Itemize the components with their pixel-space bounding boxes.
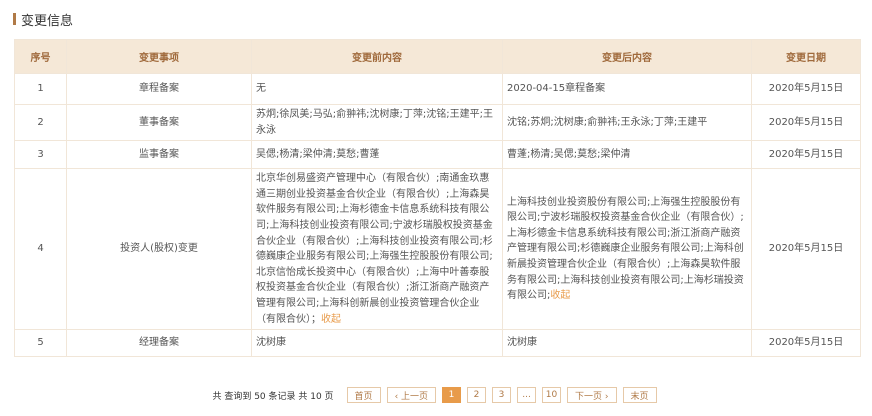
cell-before: 吴偲;杨清;梁仲清;莫愁;曹蓬 xyxy=(251,140,503,170)
table-row: 3 监事备案 吴偲;杨清;梁仲清;莫愁;曹蓬 曹蓬;杨清;吴偲;莫愁;梁仲清 2… xyxy=(14,140,861,170)
cell-after: 曹蓬;杨清;吴偲;莫愁;梁仲清 xyxy=(502,140,752,170)
cell-item: 监事备案 xyxy=(66,140,252,170)
section-title: 变更信息 xyxy=(21,13,74,29)
collapse-link[interactable]: 收起 xyxy=(550,290,570,301)
page-button-3[interactable]: 3 xyxy=(492,387,512,403)
cell-index: 5 xyxy=(14,329,67,358)
pagination-summary: 共 查询到 50 条记录 共 10 页 xyxy=(212,391,334,402)
cell-index: 1 xyxy=(14,73,67,105)
collapse-link[interactable]: 收起 xyxy=(321,314,341,325)
first-page-button[interactable]: 首页 xyxy=(346,387,381,403)
cell-before: 苏炯;徐凤美;马弘;俞翀祎;沈树康;丁萍;沈铭;王建平;王永泳 xyxy=(251,103,503,142)
table-row: 2 董事备案 苏炯;徐凤美;马弘;俞翀祎;沈树康;丁萍;沈铭;王建平;王永泳 沈… xyxy=(14,103,861,142)
cell-after: 沈树康 xyxy=(502,329,752,358)
table-header-row: 序号 变更事项 变更前内容 变更后内容 变更日期 xyxy=(14,39,861,74)
page-button-2[interactable]: 2 xyxy=(467,387,487,403)
col-header-after: 变更后内容 xyxy=(502,39,752,74)
cell-item: 董事备案 xyxy=(66,103,252,142)
cell-item: 章程备案 xyxy=(66,73,252,105)
cell-date: 2020年5月15日 xyxy=(751,329,861,358)
cell-index: 2 xyxy=(14,103,67,142)
cell-index: 4 xyxy=(14,168,67,331)
cell-before: 沈树康 xyxy=(251,329,503,358)
cell-date: 2020年5月15日 xyxy=(751,140,861,170)
section-header: 变更信息 xyxy=(13,11,74,29)
cell-item: 经理备案 xyxy=(66,329,252,358)
col-header-before: 变更前内容 xyxy=(251,39,503,74)
cell-after: 2020-04-15章程备案 xyxy=(502,73,752,105)
pagination: 共 查询到 50 条记录 共 10 页 首页 ‹ 上一页 1 2 3 ... 1… xyxy=(0,385,872,405)
page-button-1[interactable]: 1 xyxy=(442,387,462,403)
cell-index: 3 xyxy=(14,140,67,170)
prev-page-button[interactable]: ‹ 上一页 xyxy=(386,387,437,403)
col-header-index: 序号 xyxy=(14,39,67,74)
cell-after: 上海科技创业投资股份有限公司;上海强生控股股份有限公司;宁波杉瑞股权投资基金合伙… xyxy=(502,168,752,331)
cell-before: 北京华创易盛资产管理中心（有限合伙）;南通金玖惠通三期创业投资基金合伙企业（有限… xyxy=(251,168,503,331)
next-page-button[interactable]: 下一页 › xyxy=(567,387,617,403)
table-row: 5 经理备案 沈树康 沈树康 2020年5月15日 xyxy=(14,329,861,358)
cell-before: 无 xyxy=(251,73,503,105)
cell-before-text: 北京华创易盛资产管理中心（有限合伙）;南通金玖惠通三期创业投资基金合伙企业（有限… xyxy=(256,173,493,325)
last-page-button[interactable]: 末页 xyxy=(622,387,657,403)
cell-after: 沈铭;苏炯;沈树康;俞翀祎;王永泳;丁萍;王建平 xyxy=(502,103,752,142)
page-button-10[interactable]: 10 xyxy=(542,387,562,403)
cell-item: 投资人(股权)变更 xyxy=(66,168,252,331)
change-info-table: 序号 变更事项 变更前内容 变更后内容 变更日期 1 章程备案 无 2020-0… xyxy=(14,39,861,358)
col-header-date: 变更日期 xyxy=(751,39,861,74)
cell-date: 2020年5月15日 xyxy=(751,168,861,331)
cell-date: 2020年5月15日 xyxy=(751,103,861,142)
cell-after-text: 上海科技创业投资股份有限公司;上海强生控股股份有限公司;宁波杉瑞股权投资基金合伙… xyxy=(507,196,744,302)
cell-date: 2020年5月15日 xyxy=(751,73,861,105)
col-header-item: 变更事项 xyxy=(66,39,252,74)
section-title-bar xyxy=(13,13,16,25)
table-row: 4 投资人(股权)变更 北京华创易盛资产管理中心（有限合伙）;南通金玖惠通三期创… xyxy=(14,168,861,331)
table-row: 1 章程备案 无 2020-04-15章程备案 2020年5月15日 xyxy=(14,73,861,105)
page-ellipsis: ... xyxy=(517,387,537,403)
